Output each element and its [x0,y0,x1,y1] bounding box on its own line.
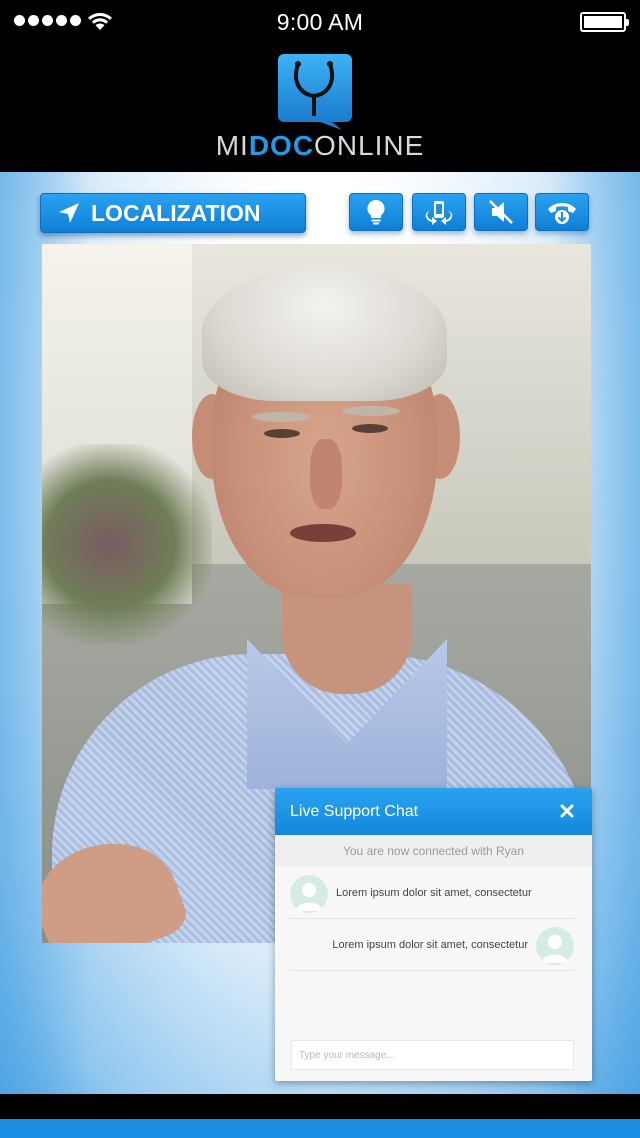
stethoscope-speech-bubble-icon [278,54,352,130]
navigation-arrow-icon [59,203,79,223]
switch-camera-button[interactable] [412,193,466,231]
user-avatar-icon [290,875,328,913]
logo-text: MIDOCONLINE [215,130,425,161]
user-avatar-icon [536,927,574,965]
chat-status: You are now connected with Ryan [275,835,592,867]
end-call-button[interactable] [535,193,589,231]
bottom-bar [0,1094,640,1138]
lightbulb-icon [367,199,385,225]
switch-camera-icon [425,201,453,225]
localization-label: LOCALIZATION [91,199,261,226]
chat-message-text: Lorem ipsum dolor sit amet, consectetur [332,939,528,951]
live-support-chat: Live Support Chat You are now connected … [275,788,592,1081]
end-call-icon [548,203,576,224]
chat-message-input[interactable] [291,1040,574,1070]
status-bar: 9:00 AM [0,0,640,44]
chat-message: Lorem ipsum dolor sit amet, consectetur [290,919,574,971]
lightbulb-button[interactable] [349,193,403,231]
localization-button[interactable]: LOCALIZATION [40,193,306,233]
chat-message-text: Lorem ipsum dolor sit amet, consectetur [336,887,532,899]
status-time: 9:00 AM [276,9,364,35]
chat-message: Lorem ipsum dolor sit amet, consectetur [290,867,574,919]
battery-icon [580,12,629,32]
close-icon[interactable] [557,801,577,821]
app-header: MIDOCONLINE [0,44,640,172]
mute-button[interactable] [474,193,528,231]
chat-title: Live Support Chat [290,802,419,820]
mute-speaker-icon [489,200,513,224]
chat-header: Live Support Chat [275,788,592,835]
